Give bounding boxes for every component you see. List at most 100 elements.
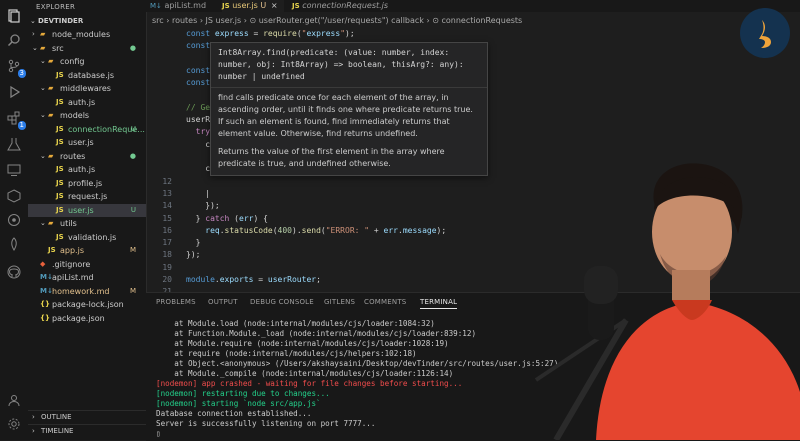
tree-item-label: src — [52, 43, 64, 53]
git-status-badge: ● — [129, 151, 136, 160]
tree-item[interactable]: ⌄ ▰ src ● — [28, 42, 146, 55]
js-file-icon: JS — [56, 97, 64, 106]
tree-item[interactable]: JS app.js M — [28, 244, 146, 257]
testing-icon[interactable] — [4, 134, 24, 154]
settings-gear-icon[interactable] — [4, 414, 24, 434]
close-icon[interactable]: × — [271, 1, 278, 10]
tree-item[interactable]: ⌄ ▰ utils — [28, 217, 146, 230]
git-status-badge: U — [130, 205, 136, 214]
tree-item[interactable]: JS auth.js — [28, 163, 146, 176]
presenter-webcam — [476, 150, 800, 440]
tab-terminal[interactable]: TERMINAL — [420, 298, 458, 309]
tab-apilist[interactable]: M↓ apiList.md — [150, 0, 214, 12]
tree-item-label: middlewares — [60, 84, 111, 93]
tree-item[interactable]: JS request.js — [28, 190, 146, 203]
git-status-badge: M — [129, 286, 136, 295]
tree-item[interactable]: M↓ homework.md M — [28, 285, 146, 298]
tab-connection-request[interactable]: JS connectionRequest.js — [292, 0, 402, 12]
chevron-right-icon: › — [32, 427, 35, 435]
tab-gitlens[interactable]: GITLENS — [324, 298, 355, 306]
code-line[interactable]: const express = require("express"); — [186, 29, 355, 38]
tree-item[interactable]: ⌄ ▰ middlewares — [28, 82, 146, 95]
hover-doc-main: find calls predicate once for each eleme… — [218, 93, 473, 138]
line-number: 13 — [162, 188, 172, 198]
tab-comments[interactable]: COMMENTS — [364, 298, 406, 306]
tree-item[interactable]: JS user.js U — [28, 203, 146, 217]
mongodb-leaf-icon[interactable] — [4, 234, 24, 254]
explorer-sidebar: EXPLORER ⌄ DEVTINDER › ▰ node_modules ⌄ ▰ src… — [28, 0, 147, 440]
js-file-icon: JS — [56, 205, 64, 214]
code-line[interactable]: }); — [186, 250, 200, 259]
tree-item-label: user.js — [68, 205, 94, 215]
tree-item[interactable]: ◆ .gitignore — [28, 258, 146, 271]
tree-item[interactable]: {} package-lock.json — [28, 298, 146, 311]
account-icon[interactable] — [4, 390, 24, 410]
tree-item[interactable]: JS user.js — [28, 136, 146, 149]
terminal-line: at require (node:internal/modules/cjs/he… — [156, 349, 417, 358]
chevron-down-icon: ⌄ — [30, 17, 36, 25]
outline-label: OUTLINE — [41, 413, 72, 421]
line-number: 17 — [162, 238, 172, 248]
code-line[interactable]: }); — [186, 201, 219, 210]
tree-item[interactable]: JS database.js — [28, 69, 146, 82]
js-file-icon: JS — [48, 246, 56, 254]
run-debug-icon[interactable] — [4, 82, 24, 102]
tree-item-label: node_modules — [52, 30, 111, 39]
code-line[interactable]: const — [186, 41, 210, 50]
tree-item[interactable]: JS validation.js — [28, 231, 146, 244]
git-status-badge: ● — [129, 43, 136, 52]
line-number: 20 — [162, 275, 172, 284]
code-line[interactable]: } catch (err) { — [186, 214, 268, 223]
tree-item[interactable]: {} package.json — [28, 312, 146, 325]
terminal-line: [nodemon] restarting due to changes... — [156, 389, 330, 398]
tree-item[interactable]: ⌄ ▰ config — [28, 55, 146, 68]
code-line[interactable]: | — [186, 189, 210, 198]
tree-item[interactable]: M↓ apiList.md — [28, 271, 146, 284]
tree-item[interactable]: ⌄ ▰ models — [28, 109, 146, 122]
tree-item[interactable]: › ▰ node_modules — [28, 28, 146, 41]
code-line[interactable]: module.exports = userRouter; — [186, 275, 321, 284]
search-icon[interactable] — [4, 30, 24, 50]
js-file-icon: JS — [56, 232, 64, 241]
extensions-badge: 1 — [17, 121, 26, 130]
terminal-line: at Module.load (node:internal/modules/cj… — [156, 319, 435, 328]
terminal-line: [nodemon] app crashed - waiting for file… — [156, 379, 463, 388]
tab-user-js[interactable]: JS user.js U × — [222, 0, 284, 12]
tree-item[interactable]: JS auth.js — [28, 96, 146, 109]
explorer-icon[interactable] — [4, 6, 24, 26]
scm-badge: 3 — [17, 69, 26, 78]
json-file-icon: {} — [40, 300, 50, 308]
code-line[interactable]: try — [186, 127, 210, 136]
explorer-header: EXPLORER — [36, 3, 76, 11]
timeline-section[interactable]: › TIMELINE — [28, 424, 146, 438]
source-control-icon[interactable]: 3 — [4, 56, 26, 78]
docker-icon[interactable] — [4, 186, 24, 206]
tab-problems[interactable]: PROBLEMS — [156, 298, 196, 306]
breadcrumb[interactable]: src › routes › JS user.js › ⊙ userRouter… — [152, 14, 522, 28]
outline-section[interactable]: › OUTLINE — [28, 410, 146, 424]
hover-tooltip: Int8Array.find(predicate: (value: number… — [210, 42, 488, 176]
folder-icon: ▰ — [40, 43, 46, 52]
tree-item-label: routes — [60, 151, 86, 161]
code-line[interactable]: req.statusCode(400).send("ERROR: " + err… — [186, 226, 446, 235]
tree-item-label: auth.js — [68, 165, 96, 174]
tab-debug-console[interactable]: DEBUG CONSOLE — [250, 298, 314, 306]
extensions-icon[interactable]: 1 — [4, 108, 26, 130]
github-icon[interactable] — [4, 262, 24, 282]
tree-item-label: apiList.md — [52, 273, 94, 282]
tree-item-label: request.js — [68, 192, 108, 201]
chevron-down-icon: ⌄ — [40, 151, 46, 160]
timeline-label: TIMELINE — [41, 427, 74, 435]
tab-output[interactable]: OUTPUT — [208, 298, 238, 306]
code-line[interactable]: const — [186, 66, 210, 75]
gitlens-icon[interactable] — [4, 210, 24, 230]
terminal-line: at Function.Module._load (node:internal/… — [156, 329, 477, 338]
remote-explorer-icon[interactable] — [4, 160, 24, 180]
tree-item-label: .gitignore — [52, 259, 91, 269]
tree-item[interactable]: ⌄ ▰ routes ● — [28, 150, 146, 163]
tab-status: U — [260, 1, 267, 10]
tree-item[interactable]: JS connectionReque... U — [28, 123, 146, 136]
project-root[interactable]: ⌄ DEVTINDER — [28, 15, 146, 28]
tree-item[interactable]: JS profile.js — [28, 177, 146, 190]
code-line[interactable]: } — [186, 238, 201, 247]
